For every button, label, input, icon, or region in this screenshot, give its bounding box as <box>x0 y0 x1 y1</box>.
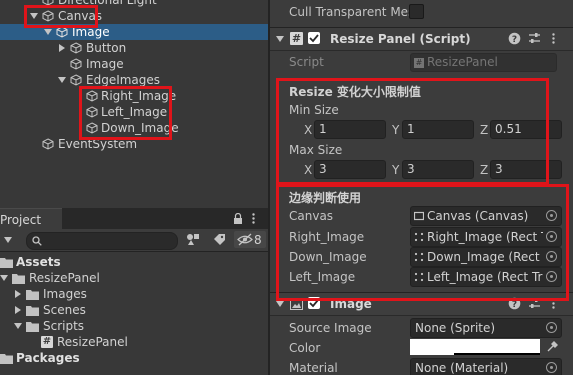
folder-icon <box>26 306 39 316</box>
collapsed-arrow-icon[interactable] <box>58 44 66 52</box>
project-tab-bar: Project <box>0 208 268 230</box>
project-item-assets[interactable]: Assets <box>0 254 268 270</box>
script-label: Script <box>289 55 324 69</box>
folder-icon <box>12 274 25 284</box>
hierarchy-item-label: Button <box>86 41 127 55</box>
gameobject-icon <box>70 58 82 70</box>
project-item-scenes-folder[interactable]: Scenes <box>0 302 268 318</box>
search-by-type-icon[interactable] <box>186 233 200 246</box>
alpha-bar <box>454 353 540 355</box>
expanded-arrow-icon[interactable] <box>44 28 52 36</box>
presets-sliders-icon[interactable] <box>528 32 541 45</box>
cull-transparent-mesh-label: Cull Transparent Mes <box>289 5 415 19</box>
resize-panel-title: Resize Panel (Script) <box>330 32 471 46</box>
create-dropdown-arrow-icon[interactable] <box>4 237 12 243</box>
gameobject-icon <box>42 138 54 150</box>
inspector-panel: Cull Transparent Mes # Resize Panel (Scr… <box>270 0 573 375</box>
expanded-arrow-icon[interactable] <box>0 274 8 282</box>
gameobject-icon <box>70 74 82 86</box>
gameobject-icon <box>70 42 82 54</box>
hierarchy-item-button[interactable]: Button <box>0 40 268 56</box>
project-item-label: Assets <box>16 255 61 269</box>
source-image-field[interactable]: None (Sprite) <box>410 318 562 338</box>
project-item-label: ResizePanel <box>57 335 128 349</box>
collapsed-arrow-icon[interactable] <box>14 306 22 314</box>
component-menu-icon[interactable] <box>552 33 555 44</box>
expanded-arrow-icon[interactable] <box>58 76 66 84</box>
checkmark-icon <box>309 34 319 43</box>
csharp-script-icon: # <box>414 58 424 68</box>
object-picker-icon[interactable] <box>546 322 557 333</box>
hierarchy-item-image-2[interactable]: Image <box>0 56 268 72</box>
folder-icon <box>0 354 13 364</box>
color-swatch[interactable] <box>410 339 540 355</box>
eye-hidden-icon <box>237 233 253 246</box>
resize-panel-component-header[interactable]: # Resize Panel (Script) ? <box>270 27 573 51</box>
collapsed-arrow-icon[interactable] <box>14 290 22 298</box>
folder-icon <box>0 258 13 268</box>
project-item-label: Packages <box>16 351 80 365</box>
project-toolbar: 8 <box>0 229 268 252</box>
script-field: # ResizePanel <box>410 53 557 72</box>
folder-icon <box>26 322 39 332</box>
source-image-value: None (Sprite) <box>415 321 496 335</box>
cull-transparent-mesh-checkbox[interactable] <box>409 4 424 19</box>
material-label: Material <box>289 361 338 375</box>
edge-section-highlight-box <box>276 184 569 301</box>
script-field-value: ResizePanel <box>427 55 498 69</box>
svg-text:?: ? <box>512 300 517 310</box>
foldout-arrow-icon[interactable] <box>276 300 284 308</box>
foldout-arrow-icon[interactable] <box>276 35 284 43</box>
canvas-highlight-box <box>24 5 98 28</box>
project-search-input[interactable] <box>26 232 178 250</box>
component-enabled-checkbox[interactable] <box>308 32 320 44</box>
help-icon[interactable]: ? <box>508 32 521 45</box>
svg-text:?: ? <box>512 35 517 45</box>
menu-dots-icon[interactable] <box>252 213 255 224</box>
project-item-label: Scenes <box>43 303 86 317</box>
label-tag-icon[interactable] <box>213 233 226 246</box>
hierarchy-item-label: Image <box>86 57 124 71</box>
tab-project-label: Project <box>0 213 42 227</box>
tab-project[interactable]: Project <box>0 208 62 230</box>
hidden-packages-toggle[interactable]: 8 <box>234 231 266 248</box>
material-field[interactable]: None (Material) <box>410 358 562 375</box>
source-image-label: Source Image <box>289 321 372 335</box>
color-label: Color <box>289 341 321 355</box>
project-item-images-folder[interactable]: Images <box>0 286 268 302</box>
project-item-label: ResizePanel <box>29 271 100 285</box>
material-value: None (Material) <box>415 361 509 375</box>
project-item-label: Scripts <box>43 319 85 333</box>
project-panel: Project 8 Assets ResizePanel Images Scen… <box>0 208 268 375</box>
expanded-arrow-icon[interactable] <box>14 322 22 330</box>
object-picker-icon[interactable] <box>546 362 557 373</box>
hierarchy-panel: Directional Light Canvas Image Button Im… <box>0 0 268 206</box>
project-item-packages[interactable]: Packages <box>0 350 268 366</box>
csharp-script-icon: # <box>290 32 303 45</box>
project-item-label: Images <box>43 287 87 301</box>
eyedropper-icon[interactable] <box>546 340 559 353</box>
search-icon <box>32 236 42 246</box>
size-section-highlight-box <box>276 78 549 185</box>
csharp-script-icon: # <box>41 336 53 348</box>
project-item-scripts-folder[interactable]: Scripts <box>0 318 268 334</box>
hidden-count: 8 <box>254 233 262 247</box>
lock-icon[interactable] <box>233 213 243 224</box>
project-item-resizepanel-script[interactable]: # ResizePanel <box>0 334 268 350</box>
edge-images-highlight-box <box>79 86 172 140</box>
project-item-resizepanel-folder[interactable]: ResizePanel <box>0 270 268 286</box>
folder-icon <box>26 290 39 300</box>
